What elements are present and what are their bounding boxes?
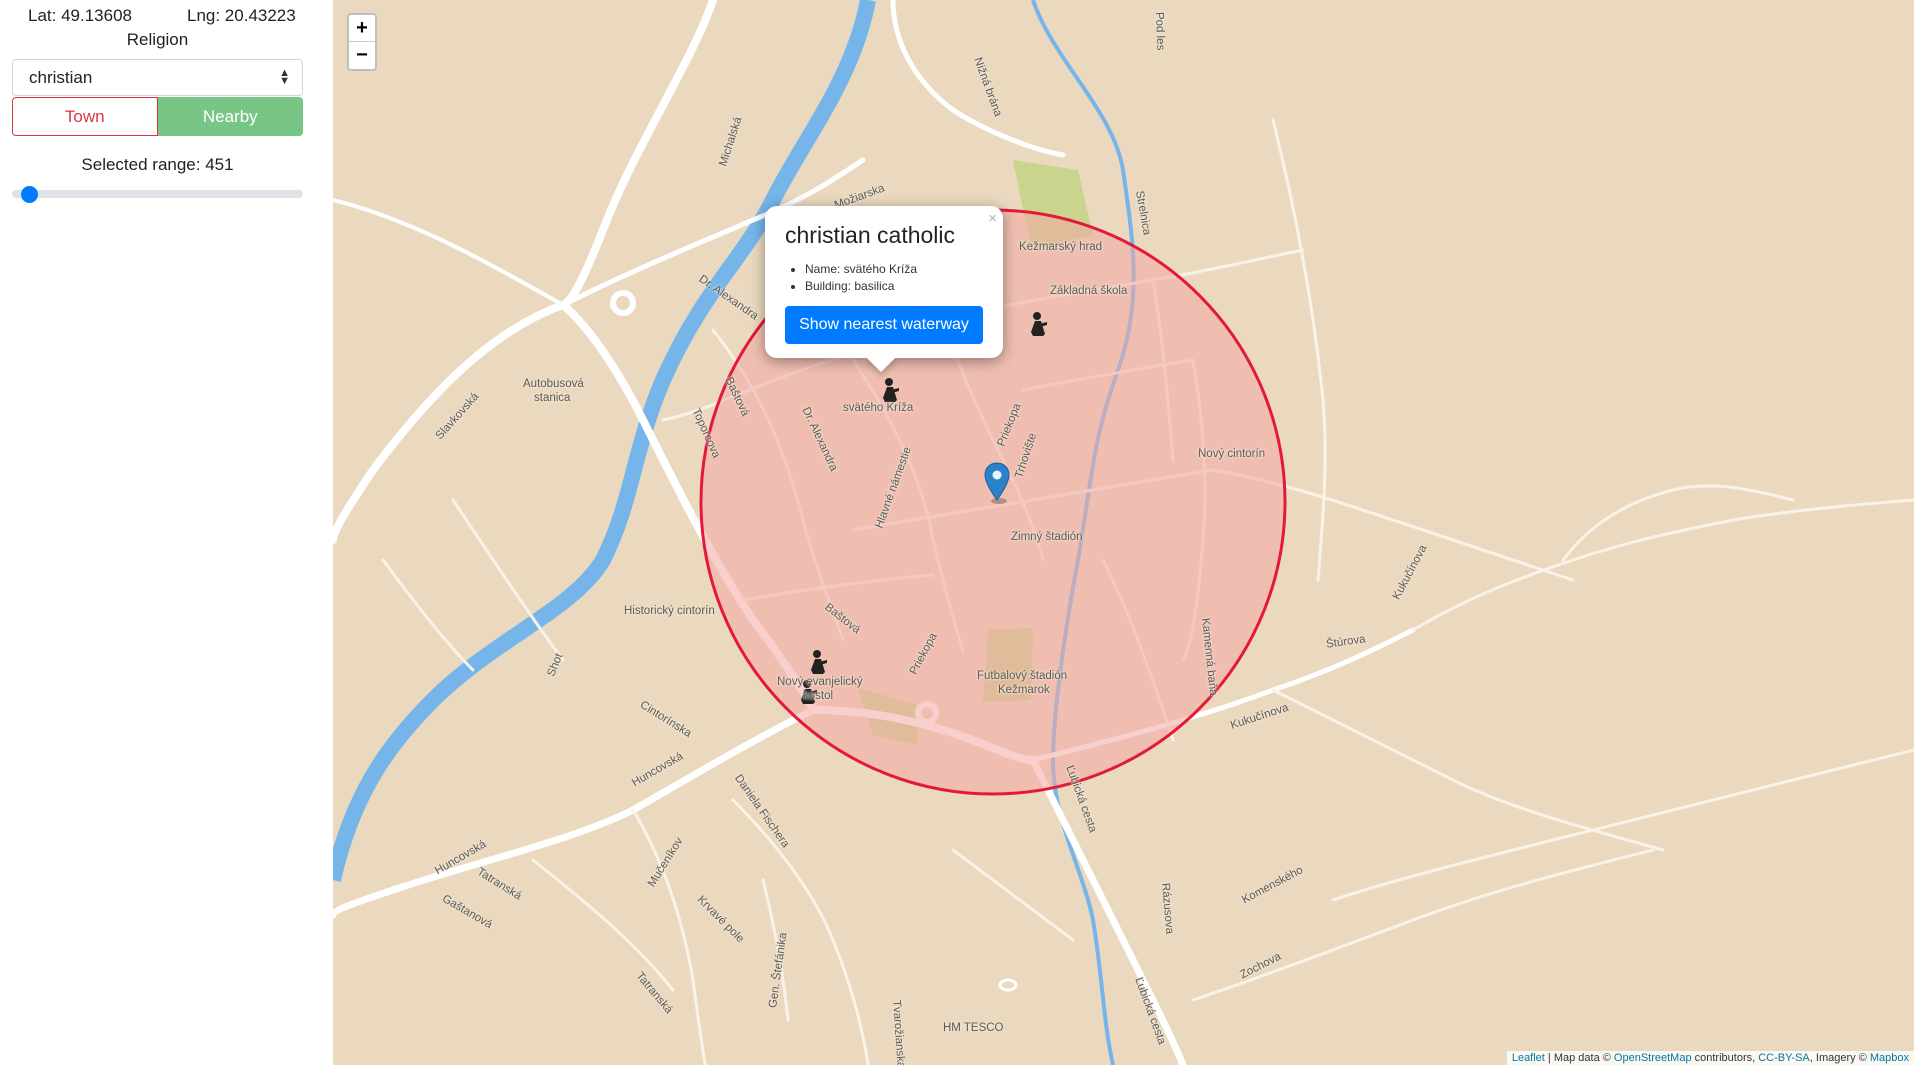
attribution-text: contributors, [1691, 1052, 1759, 1064]
marker-popup: × christian catholic Name: svätého Kríža… [765, 206, 1003, 373]
map-attribution: Leaflet | Map data © OpenStreetMap contr… [1506, 1051, 1914, 1065]
label-novy-cintorin: Nový cintorín [1198, 448, 1266, 460]
range-slider-thumb[interactable] [21, 186, 39, 203]
popup-detail-item: Name: svätého Kríža [805, 261, 917, 278]
label-kezmarsky-hrad: Kežmarský hrad [1019, 241, 1103, 253]
label-novy-kostol: Nový evanjelický [777, 676, 863, 688]
show-nearest-waterway-button[interactable]: Show nearest waterway [785, 306, 983, 344]
attribution-text: | Map data © [1544, 1052, 1614, 1064]
map[interactable]: Kežmarský hrad Základná škola Nový cinto… [333, 0, 1914, 1065]
label-futbalovy-stadion: Futbalový štadión [977, 670, 1068, 682]
mode-toggle-group: Town Nearby [12, 97, 303, 136]
zoom-in-button[interactable]: + [349, 15, 375, 42]
zoom-control: + − [347, 13, 377, 71]
popup-close-button[interactable]: × [988, 210, 997, 227]
religion-select[interactable]: christian ▲ ▼ [12, 59, 303, 96]
religion-select-value: christian [29, 68, 93, 87]
attribution-text: , Imagery © [1809, 1052, 1870, 1064]
sidebar: Lat: 49.13608 Lng: 20.43223 Religion chr… [0, 0, 333, 1065]
nearby-button[interactable]: Nearby [157, 97, 303, 136]
zoom-out-button[interactable]: − [349, 42, 375, 69]
label-zimny-stadion: Zimný štadión [1011, 531, 1083, 543]
religion-heading: Religion [126, 30, 189, 49]
label-historicky-cintorin: Historický cintorín [624, 605, 715, 617]
label-autobusova-stanica-2: stanica [534, 392, 571, 404]
town-button[interactable]: Town [12, 97, 158, 136]
label-autobusova-stanica: Autobusová [523, 378, 584, 390]
popup-title: christian catholic [785, 222, 956, 248]
label-zakladna-skola: Základná škola [1050, 285, 1128, 297]
label-futbalovy-stadion-city: Kežmarok [998, 684, 1050, 696]
openstreetmap-link[interactable]: OpenStreetMap [1614, 1052, 1692, 1064]
label-novy-kostol-2: kostol [803, 690, 834, 702]
label-svateho-kriza: svätého Kríža [843, 402, 914, 414]
map-tiles[interactable] [333, 0, 1914, 1065]
range-slider-track[interactable] [12, 190, 303, 198]
range-slider[interactable] [12, 186, 303, 203]
latitude-label: Lat: 49.13608 [28, 6, 132, 25]
license-link[interactable]: CC-BY-SA [1758, 1052, 1810, 1064]
mapbox-link[interactable]: Mapbox [1870, 1052, 1909, 1064]
label-hm-tesco: HM TESCO [943, 1022, 1004, 1034]
street-label: Pod les [1153, 11, 1167, 51]
leaflet-link[interactable]: Leaflet [1512, 1052, 1545, 1064]
selected-range-label: Selected range: 451 [81, 155, 234, 174]
select-caret-icon: ▲ ▼ [279, 67, 290, 87]
longitude-label: Lng: 20.43223 [187, 6, 296, 25]
popup-detail-item: Building: basilica [805, 278, 917, 295]
popup-details-list: Name: svätého Kríža Building: basilica [805, 261, 917, 295]
